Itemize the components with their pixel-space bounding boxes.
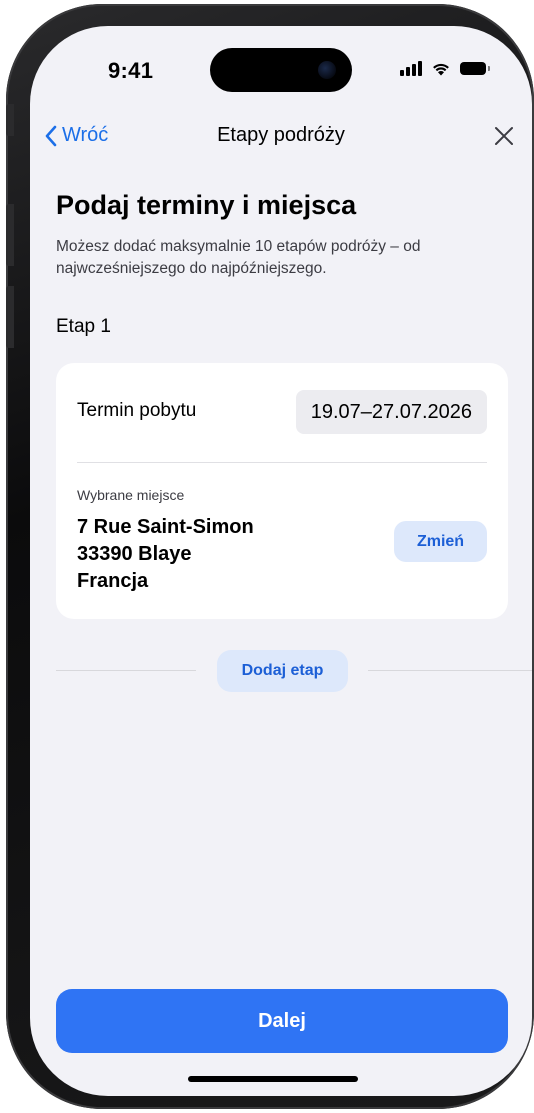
wifi-icon xyxy=(433,63,449,75)
status-bar: 9:41 xyxy=(30,26,532,116)
side-button-volume-down xyxy=(6,286,14,348)
divider-right xyxy=(368,670,532,671)
stay-label: Termin pobytu xyxy=(77,400,197,421)
section-heading: Podaj terminy i miejsca xyxy=(56,190,357,220)
close-icon xyxy=(495,127,513,145)
change-place-button[interactable]: Zmień xyxy=(394,521,487,562)
status-icons xyxy=(400,60,490,76)
next-button[interactable]: Dalej xyxy=(56,989,508,1053)
address-street: 7 Rue Saint-Simon xyxy=(77,516,254,538)
camera-icon xyxy=(318,61,336,79)
divider xyxy=(77,462,487,463)
divider-left xyxy=(56,670,196,671)
section-description: Możesz dodać maksymalnie 10 etapów podró… xyxy=(56,238,421,277)
navigation-bar: Wróć Etapy podróży xyxy=(30,118,532,158)
stage-card: Termin pobytu 19.07–27.07.2026 Wybrane m… xyxy=(56,363,508,619)
screen: 9:41 Wróć Etapy podróży Podaj terminy i … xyxy=(30,26,532,1096)
status-time: 9:41 xyxy=(108,58,154,83)
close-button[interactable] xyxy=(490,122,518,150)
add-stage-row: Dodaj etap xyxy=(56,650,532,692)
stay-dates-field[interactable]: 19.07–27.07.2026 xyxy=(295,390,487,434)
selected-address: 7 Rue Saint-Simon 33390 Blaye Francja xyxy=(77,514,254,595)
address-country: Francja xyxy=(77,570,149,592)
stage-title: Etap 1 xyxy=(56,316,111,337)
phone-frame: 9:41 Wróć Etapy podróży Podaj terminy i … xyxy=(6,4,534,1109)
page-title: Etapy podróży xyxy=(217,124,345,146)
address-postal-city: 33390 Blaye xyxy=(77,543,192,565)
signal-icon xyxy=(400,60,422,76)
dynamic-island xyxy=(210,48,352,92)
home-indicator xyxy=(188,1076,358,1082)
place-caption: Wybrane miejsce xyxy=(77,487,185,503)
battery-icon xyxy=(460,61,490,75)
add-stage-button[interactable]: Dodaj etap xyxy=(217,650,348,692)
side-button-volume-up xyxy=(6,204,14,266)
side-button-action xyxy=(6,104,14,136)
